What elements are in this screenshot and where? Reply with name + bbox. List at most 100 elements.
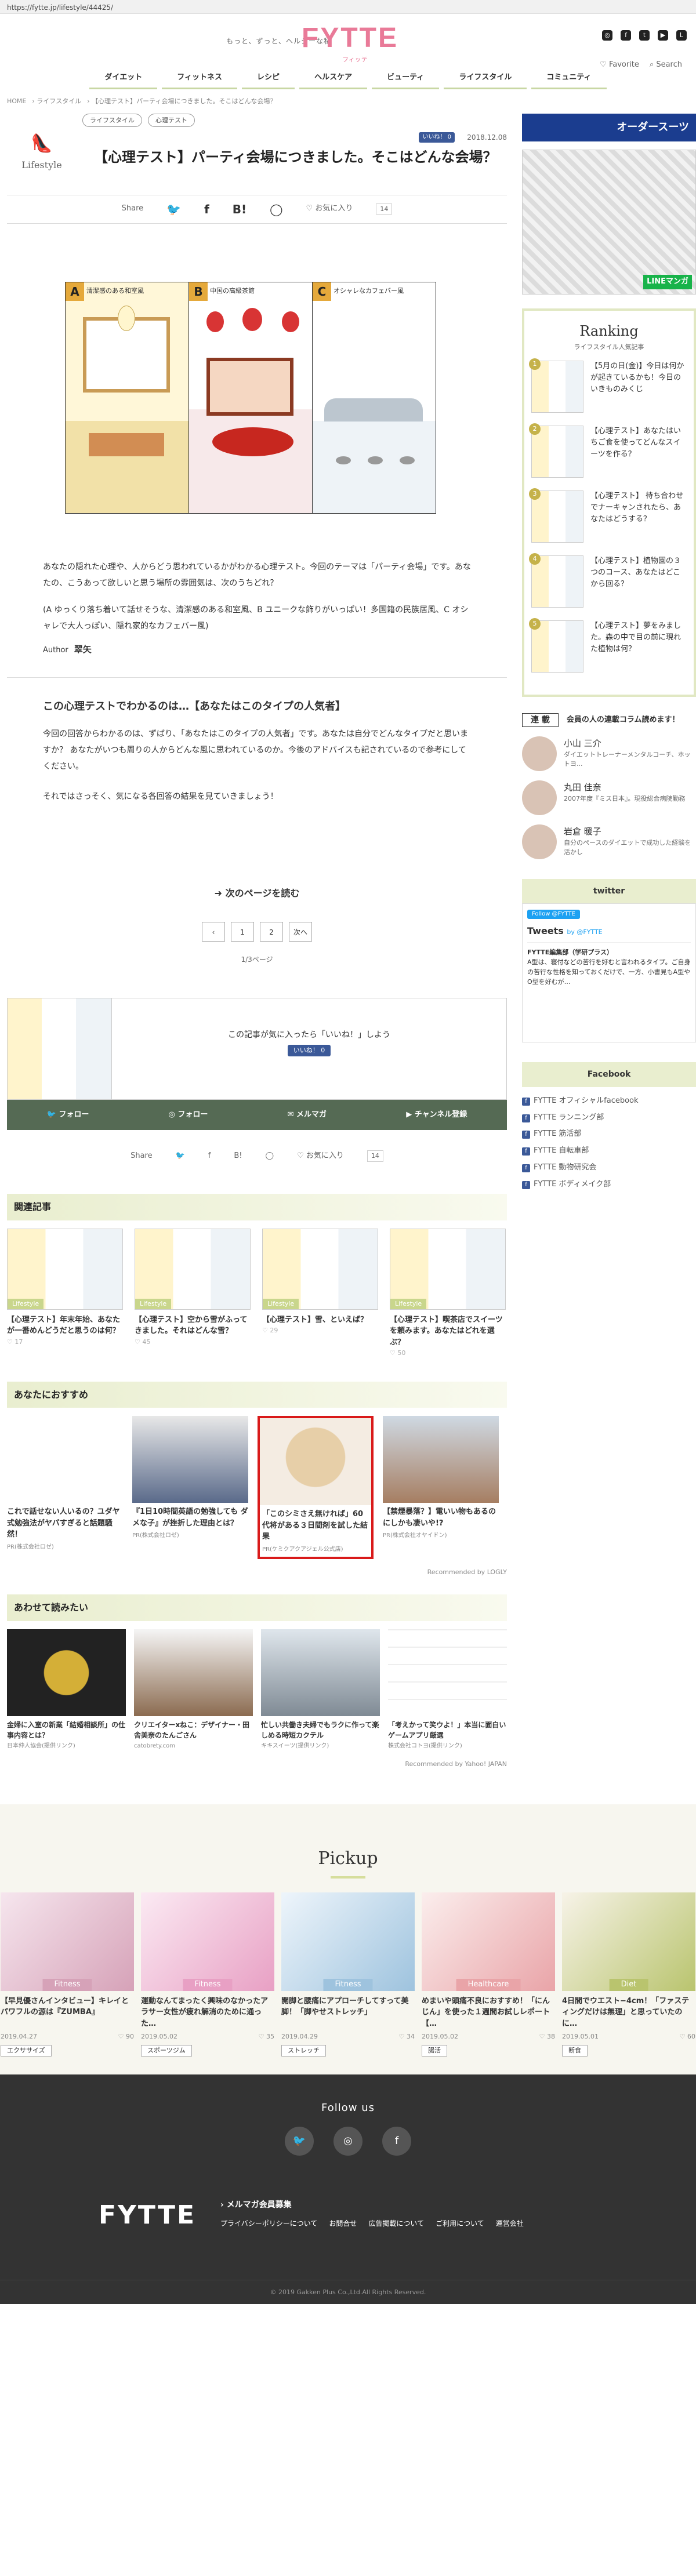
browser-url-bar[interactable]: https://fytte.jp/lifestyle/44425/	[0, 0, 696, 14]
fb-link[interactable]: f FYTTE 動物研究会	[522, 1162, 696, 1174]
instagram-icon[interactable]: ◎	[334, 2127, 362, 2156]
pager-prev[interactable]: ‹	[202, 921, 225, 942]
line-share-icon[interactable]: ◯	[270, 200, 282, 219]
yaw-credit[interactable]: Recommended by Yahoo! JAPAN	[7, 1759, 507, 1770]
hatena-share-icon[interactable]: B!	[233, 200, 246, 219]
facebook-icon[interactable]: f	[621, 30, 631, 41]
ranking-item[interactable]: 5 【心理テスト】夢をみました。森の中で目の前に現れた植物は何？	[529, 617, 687, 673]
related-item[interactable]: Lifestyle 【心理テスト】年末年始、あなたが一番めんどうだと思うのは何？ ♡…	[7, 1228, 123, 1358]
pager-page-2[interactable]: 2	[260, 921, 283, 942]
suit-ad-banner[interactable]: オーダースーツ	[522, 113, 696, 141]
hatena-share-icon[interactable]: B!	[234, 1150, 242, 1162]
recommend-item[interactable]: 「このシミさえ無ければ」60代将がある３日間剤を試した結果 PR(ケミクアクアジェ…	[258, 1416, 374, 1559]
line-share-icon[interactable]: ◯	[266, 1150, 274, 1162]
columnist[interactable]: 岩倉 暖子 自分のペースのダイエットで成功した経験を活かし	[522, 824, 696, 859]
instagram-icon[interactable]: ◎	[602, 30, 612, 41]
avatar	[522, 736, 557, 771]
yaw-item[interactable]: クリエイターxねこ：デザイナー・田舎美奈のたんごさん catobrety.com	[134, 1629, 253, 1751]
nav-item-community[interactable]: コミュニティ	[531, 70, 607, 89]
ranking-item[interactable]: 4 【心理テスト】植物園の３つのコース、あなたはどこから回る？	[529, 553, 687, 608]
site-header: もっと、ずっと、ヘルシーな私 FYTTE フィッテ ◎ f t ▶ L ♡ Fa…	[0, 14, 696, 70]
newsletter-link[interactable]: › メルマガ会員募集	[220, 2199, 292, 2211]
nav-item-healthcare[interactable]: ヘルスケア	[299, 70, 368, 89]
fb-link[interactable]: f FYTTE 筋活部	[522, 1128, 696, 1140]
recommend-item[interactable]: 『1日10時間英語の勉強しても ダメな子』が挫折した理由とは？ PR(株式会社ロゼ…	[132, 1416, 248, 1559]
article-tags: ライフスタイル 心理テスト	[82, 113, 195, 128]
follow-youtube[interactable]: ▶ チャンネル登録	[406, 1109, 467, 1121]
nav-item-recipe[interactable]: レシピ	[242, 70, 295, 89]
follow-instagram[interactable]: ◎ フォロー	[169, 1109, 208, 1121]
footer-link-company[interactable]: 運営会社	[496, 2218, 524, 2229]
fb-link[interactable]: f FYTTE 自転車部	[522, 1145, 696, 1157]
search-link[interactable]: ⌕ Search	[650, 59, 682, 71]
recommend-item[interactable]: 【禁煙暴落？】電いい物もあるのにしかも凄いや!? PR(株式会社オヤイドン)	[383, 1416, 499, 1559]
favorite-button[interactable]: ♡ お気に入り	[306, 203, 353, 215]
fb-link[interactable]: f FYTTE ランニング部	[522, 1112, 696, 1124]
footer-link-privacy[interactable]: プライバシーポリシーについて	[220, 2218, 317, 2229]
tag-lifestyle[interactable]: ライフスタイル	[82, 113, 142, 128]
pickup-tag[interactable]: ストレッチ	[281, 2045, 326, 2057]
ranking-item[interactable]: 2 【心理テスト】あなたはいちご食を使ってどんなスイーツを作る？	[529, 423, 687, 478]
favorite-link[interactable]: ♡ Favorite	[600, 59, 639, 71]
pickup-item[interactable]: Fitness 開脚と腰痛にアプローチしてすって美脚！「脚やせストレッチ」 2019…	[281, 1892, 415, 2057]
footer-link-contact[interactable]: お問合せ	[329, 2218, 357, 2229]
follow-mailmag[interactable]: ✉ メルマガ	[288, 1109, 327, 1121]
line-icon[interactable]: L	[676, 30, 687, 41]
twitter-share-icon[interactable]: 🐦	[166, 200, 181, 219]
columnist[interactable]: 丸田 佳奈 2007年度『ミス日本』。現役総合病院勤務	[522, 780, 696, 815]
twitter-icon[interactable]: t	[639, 30, 650, 41]
related-item[interactable]: Lifestyle 【心理テスト】雪、といえば？ ♡ 29	[262, 1228, 378, 1358]
related-item[interactable]: Lifestyle 【心理テスト】喫茶店でスイーツを頼みます。あなたはどれを選ぶ？…	[390, 1228, 506, 1358]
footer-logo[interactable]: FYTTE	[99, 2195, 196, 2236]
fb-like-badge[interactable]: いいね！ 0	[419, 132, 455, 143]
nav-item-lifestyle[interactable]: ライフスタイル	[444, 70, 527, 89]
manga-ad[interactable]: LINEマンガ	[522, 149, 696, 295]
ranking-item[interactable]: 1 【5月の日(金)】今日は何かが起きているかも！今日のいきものみくじ	[529, 358, 687, 413]
twitter-icon[interactable]: 🐦	[285, 2127, 314, 2156]
breadcrumb-home[interactable]: HOME	[7, 97, 26, 105]
fb-link[interactable]: f FYTTE ボディメイク部	[522, 1179, 696, 1191]
yaw-item[interactable]: 忙しい共働き夫婦でもラクに作って楽しめる時短カクテル キキスイーツ(提供リンク)	[261, 1629, 380, 1751]
twitter-share-icon[interactable]: 🐦	[176, 1150, 185, 1162]
pickup-item[interactable]: Fitness 【早見優さんインタビュー】キレイとパワフルの源は『ZUMBA』 20…	[1, 1892, 134, 2057]
fb-like-button[interactable]: いいね！ 0	[287, 1045, 331, 1056]
pager-page-1[interactable]: 1	[231, 921, 254, 942]
follow-twitter[interactable]: 🐦 フォロー	[47, 1109, 89, 1121]
recommend-credit[interactable]: Recommended by LOGLY	[7, 1567, 507, 1578]
pager-next[interactable]: 次へ	[289, 921, 312, 942]
nav-item-fitness[interactable]: フィットネス	[162, 70, 238, 89]
facebook-share-icon[interactable]: f	[208, 1150, 211, 1162]
yaw-item[interactable]: 「考えかって笑ウよ！」本当に面白いゲームアプリ厳選 株式会社コトヨ(提供リンク)	[388, 1629, 507, 1751]
pickup-item[interactable]: Diet 4日間でウエスト−4cm！「ファスティングだけは無理」と思っていたのに……	[562, 1892, 695, 2057]
facebook-icon[interactable]: f	[382, 2127, 411, 2156]
pickup-tag[interactable]: 断食	[562, 2045, 588, 2057]
yaw-item[interactable]: 金婦に入室の新業「結婚相談所」の仕事内容とは？ 日本仲人協会(提供リンク)	[7, 1629, 126, 1751]
pickup-item[interactable]: Healthcare めまいや頭痛不良におすすめ！「にんじん」を使った１週間お試し…	[422, 1892, 555, 2057]
pickup-tag[interactable]: 腸活	[422, 2045, 447, 2057]
related-item[interactable]: Lifestyle 【心理テスト】空から雪がふってきました。それはどんな雪？ ♡ 4…	[135, 1228, 251, 1358]
pickup-item[interactable]: Fitness 運動なんてまったく興味のなかったアラサー女性が疲れ解消のために通っ…	[141, 1892, 274, 2057]
pickup-list: Fitness 【早見優さんインタビュー】キレイとパワフルの源は『ZUMBA』 20…	[0, 1892, 696, 2057]
pickup-tag[interactable]: エクササイズ	[1, 2045, 52, 2057]
tag-psych-test[interactable]: 心理テスト	[148, 113, 195, 128]
breadcrumb-lifestyle[interactable]: ライフスタイル	[37, 97, 81, 105]
ranking-item[interactable]: 3 【心理テスト】 待ち合わせでナーキャンされたら、あなたはどうする？	[529, 488, 687, 543]
favorite-button-bottom[interactable]: ♡ お気に入り	[297, 1150, 344, 1162]
nav-item-beauty[interactable]: ビューティ	[372, 70, 440, 89]
pickup-tag[interactable]: スポーツジム	[141, 2045, 192, 2057]
favorite-count-bottom: 14	[367, 1150, 383, 1162]
recommend-item[interactable]: これで話せない人いるの？ユダヤ式勉強法がヤバすぎると話題騒然！ PR(株式会社ロゼ…	[7, 1416, 123, 1559]
fb-link[interactable]: f FYTTE オフィシャルfacebook	[522, 1095, 696, 1107]
columnist[interactable]: 小山 三介 ダイエットトレーナーメンタルコーチ、ホットヨ...	[522, 736, 696, 771]
nav-item-diet[interactable]: ダイエット	[89, 70, 158, 89]
author-name[interactable]: 翠矢	[74, 644, 92, 655]
footer-link-ads[interactable]: 広告掲載について	[368, 2218, 424, 2229]
twitter-follow-button[interactable]: Follow @FYTTE	[527, 910, 580, 920]
site-logo[interactable]: FYTTE	[302, 24, 398, 52]
twitter-timeline[interactable]: Follow @FYTTE Tweets by @FYTTE FYTTE編集部（…	[522, 903, 696, 1043]
footer-link-terms[interactable]: ご利用について	[436, 2218, 484, 2229]
facebook-share-icon[interactable]: f	[204, 200, 209, 219]
youtube-icon[interactable]: ▶	[658, 30, 668, 41]
pickup-likes: ♡ 34	[398, 2032, 415, 2040]
next-page-link[interactable]: ➜ 次のページを読む	[7, 886, 507, 901]
